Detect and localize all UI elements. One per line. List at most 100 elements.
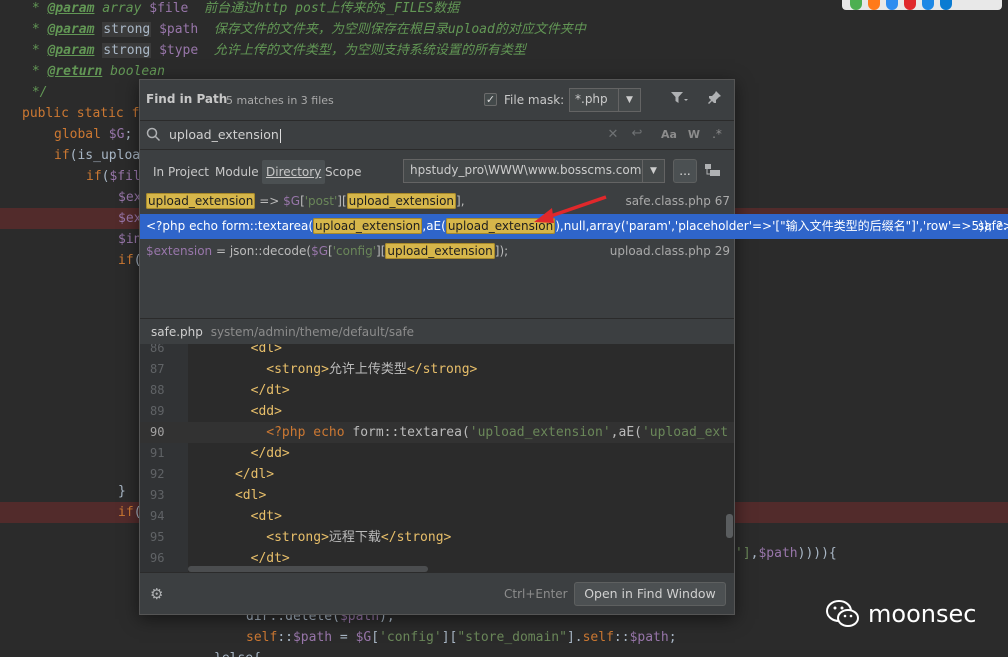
file-mask-checkbox[interactable]: ✓ — [484, 93, 497, 106]
preview-token: </dl> — [234, 467, 275, 482]
code-line: self::$path = $G['config']["store_domain… — [246, 627, 677, 648]
preview-code: <strong>远程下载</strong> — [188, 527, 451, 548]
match-highlight: upload_extension — [385, 243, 495, 259]
match-case-icon[interactable]: Aa — [660, 128, 678, 141]
scope-scope[interactable]: Scope — [321, 160, 366, 184]
result-text: upload_extension => $G['post'][upload_ex… — [146, 193, 465, 209]
recursive-folder-icon[interactable] — [702, 162, 724, 182]
result-row[interactable]: $extension = json::decode($G['config'][u… — [140, 239, 734, 264]
directory-path: hpstudy_pro\WWW\www.bosscms.com — [410, 163, 642, 177]
preview-token: <?php echo — [266, 425, 353, 440]
code-token: :: — [277, 630, 293, 645]
code-token: (is_uploa — [69, 148, 141, 163]
preview-code: <strong>允许上传类型</strong> — [188, 359, 477, 380]
code-token: $type — [159, 43, 199, 58]
whole-words-icon[interactable]: W — [687, 128, 701, 141]
chevron-down-icon[interactable]: ▼ — [642, 160, 664, 182]
preview-file-name: safe.php — [151, 325, 203, 339]
code-line: * @param array $file 前台通过http post上传来的$_… — [24, 0, 459, 19]
code-token: @param — [47, 22, 95, 37]
preview-token: 'upload_ext — [641, 425, 729, 440]
code-token: * — [24, 1, 48, 16]
directory-select[interactable]: hpstudy_pro\WWW\www.bosscms.com ▼ — [403, 159, 665, 183]
search-input[interactable]: upload_extension — [169, 127, 281, 143]
opera-icon[interactable] — [904, 0, 916, 10]
vertical-scrollbar[interactable] — [726, 514, 733, 538]
regex-icon[interactable]: .* — [710, 127, 724, 141]
code-token: ][ — [441, 630, 458, 645]
search-icon[interactable] — [145, 127, 163, 147]
preview-line: 95 <strong>远程下载</strong> — [140, 527, 734, 548]
chrome-icon[interactable] — [850, 0, 862, 10]
result-token: ,aE( — [422, 219, 446, 233]
gear-icon[interactable]: ⚙ — [150, 585, 163, 603]
pin-icon[interactable] — [705, 90, 725, 110]
code-token: $G — [355, 630, 372, 645]
scope-module[interactable]: Module — [211, 160, 263, 184]
preview-token: <dt> — [250, 509, 282, 524]
code-line: if(is_uploa — [54, 145, 140, 166]
result-text: $extension = json::decode($G['config'][u… — [146, 243, 508, 259]
preview-token — [188, 404, 251, 419]
safari-icon[interactable] — [886, 0, 898, 10]
code-token: @param — [47, 1, 95, 16]
edge-icon[interactable] — [940, 0, 952, 10]
code-token: $file — [149, 1, 189, 16]
result-token: => — [255, 194, 284, 208]
scope-in-project[interactable]: In Project — [149, 160, 213, 184]
open-in-find-window-button[interactable]: Open in Find Window — [574, 582, 726, 606]
result-file: upload.class.php 29 — [609, 244, 730, 258]
preview-token — [188, 344, 251, 356]
code-preview[interactable]: 86 <dl> 87 <strong>允许上传类型</strong> 88 </dt… — [140, 344, 734, 572]
preview-token: </dt> — [250, 551, 290, 566]
code-line: } — [118, 481, 126, 502]
preview-file-path: system/admin/theme/default/safe — [210, 325, 415, 339]
file-mask-label[interactable]: File mask: — [504, 93, 564, 107]
code-token: if — [54, 148, 70, 163]
code-line: }else{ — [214, 648, 261, 657]
code-token: strong — [102, 43, 152, 58]
preview-code: </dl> — [188, 464, 274, 485]
newline-icon[interactable]: ↩ — [630, 126, 644, 141]
line-number: 90 — [150, 425, 165, 439]
preview-line: 92 </dl> — [140, 464, 734, 485]
code-token: $path — [159, 22, 199, 37]
preview-token: 远程下载 — [328, 530, 381, 545]
code-token: $in — [118, 232, 142, 247]
code-token: $G — [108, 127, 125, 142]
preview-line: 91 </dd> — [140, 443, 734, 464]
preview-token: <strong> — [266, 530, 329, 545]
code-token: self — [582, 630, 614, 645]
wechat-icon — [826, 599, 860, 629]
scope-directory[interactable]: Directory — [262, 160, 326, 184]
code-line: */ — [24, 82, 48, 103]
code-line: if( — [118, 502, 141, 523]
preview-code: <dd> — [188, 401, 282, 422]
ie-icon[interactable] — [922, 0, 934, 10]
code-token: $path — [292, 630, 333, 645]
filter-icon[interactable] — [668, 90, 690, 110]
dialog-footer: ⚙ Ctrl+Enter Open in Find Window — [140, 572, 734, 614]
code-line: '],$path)))){ — [735, 543, 837, 564]
preview-token — [188, 425, 266, 440]
preview-header: safe.php system/admin/theme/default/safe — [140, 318, 734, 344]
file-mask-select[interactable]: *.php ▼ — [569, 88, 641, 112]
code-token: )))){ — [797, 546, 837, 561]
preview-token: ,aE( — [610, 425, 642, 440]
code-token: */ — [24, 85, 48, 100]
code-token: 'config' — [379, 630, 442, 645]
match-highlight: upload_extension — [313, 218, 423, 234]
browse-button[interactable]: ... — [673, 159, 697, 183]
firefox-icon[interactable] — [868, 0, 880, 10]
code-token: $fil — [109, 169, 141, 184]
chevron-down-icon[interactable]: ▼ — [618, 89, 640, 111]
code-token: } — [118, 484, 126, 499]
result-row[interactable]: upload_extension => $G['post'][upload_ex… — [140, 189, 734, 214]
result-file: safe. — [978, 219, 1008, 233]
code-token: :: — [613, 630, 630, 645]
clear-icon[interactable]: ✕ — [606, 127, 620, 142]
preview-token: <dl> — [234, 488, 267, 503]
code-line: public static f — [22, 103, 139, 124]
code-token: if — [118, 253, 134, 268]
